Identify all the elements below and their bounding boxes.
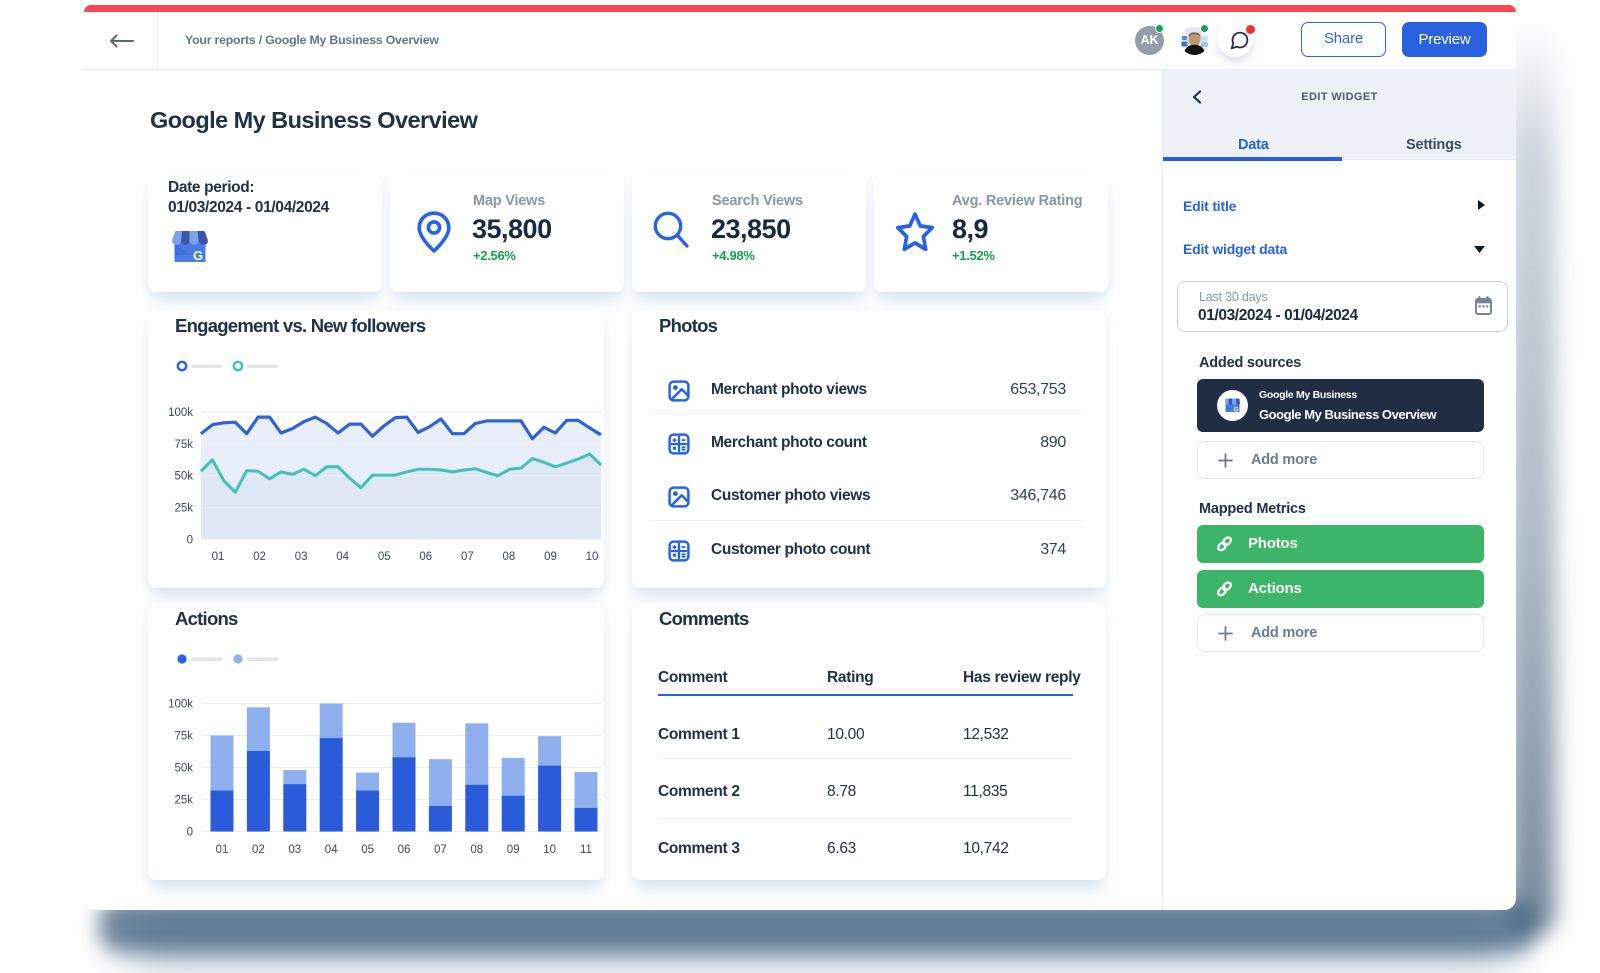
svg-text:08: 08 [470, 844, 483, 856]
svg-text:05: 05 [361, 844, 374, 856]
svg-text:G: G [193, 248, 203, 262]
svg-text:09: 09 [507, 844, 520, 856]
svg-text:100k: 100k [168, 407, 193, 419]
svg-text:03: 03 [295, 551, 308, 563]
svg-text:03: 03 [288, 844, 301, 856]
svg-text:05: 05 [378, 551, 391, 563]
svg-text:06: 06 [398, 844, 411, 856]
svg-text:04: 04 [325, 844, 338, 856]
svg-text:75k: 75k [174, 731, 193, 743]
svg-text:0: 0 [187, 827, 193, 839]
svg-text:75k: 75k [174, 439, 193, 451]
svg-text:07: 07 [461, 551, 474, 563]
svg-text:10: 10 [586, 551, 599, 563]
svg-text:100k: 100k [168, 699, 193, 711]
svg-text:04: 04 [336, 551, 349, 563]
svg-text:50k: 50k [174, 763, 193, 775]
svg-text:25k: 25k [174, 503, 193, 515]
svg-text:25k: 25k [174, 795, 193, 807]
svg-text:02: 02 [252, 844, 265, 856]
svg-text:09: 09 [544, 551, 557, 563]
svg-text:10: 10 [543, 844, 556, 856]
svg-text:06: 06 [419, 551, 432, 563]
svg-text:G: G [1234, 408, 1239, 414]
svg-text:07: 07 [434, 844, 447, 856]
svg-text:01: 01 [212, 551, 225, 563]
svg-text:02: 02 [253, 551, 266, 563]
svg-text:11: 11 [580, 844, 592, 856]
svg-text:08: 08 [503, 551, 516, 563]
svg-text:0: 0 [187, 534, 193, 546]
svg-text:50k: 50k [174, 471, 193, 483]
svg-text:01: 01 [216, 844, 229, 856]
